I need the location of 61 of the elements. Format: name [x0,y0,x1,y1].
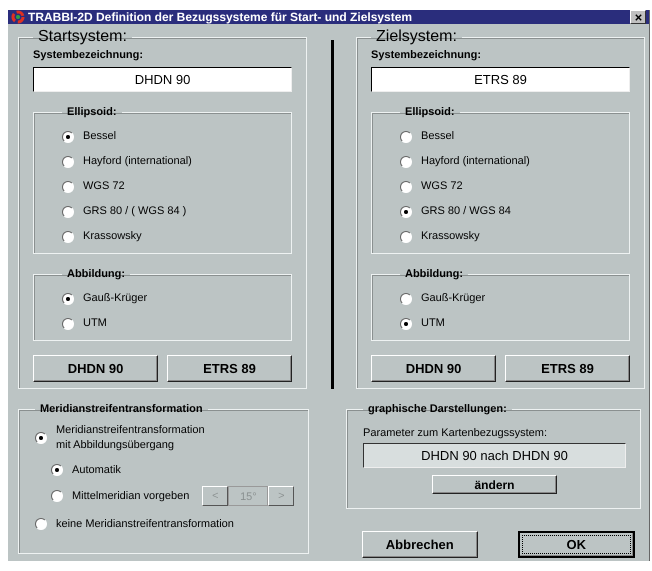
cancel-button[interactable]: Abbrechen [362,531,478,558]
radio-label[interactable]: Automatik [72,462,121,478]
radio-button[interactable] [62,130,74,142]
close-icon [634,12,642,22]
radio-label[interactable]: Meridianstreifentransformation mit Abbildungsübergang [56,423,205,453]
radio-label[interactable]: WGS 72 [421,179,463,194]
radio-label[interactable]: Mittelmeridian vorgeben [72,488,190,504]
group-title: Zielsystem: [375,28,458,46]
change-button[interactable]: ändern [432,475,557,494]
parameter-label: Parameter zum Kartenbezugssystem: [363,427,548,439]
radio-label[interactable]: Bessel [83,129,116,144]
group-title: Ellipsoid: [404,106,456,118]
name-field[interactable]: ETRS 89 [371,67,630,92]
radio-label[interactable]: Gauß-Krüger [83,291,148,306]
radio-label[interactable]: Hayford (international) [83,154,192,169]
radio-label[interactable]: Gauß-Krüger [421,291,486,306]
preset-button[interactable]: DHDN 90 [371,355,496,382]
field-label: Systembezeichnung: [33,49,144,61]
radio-button[interactable] [62,156,74,168]
app-icon [11,10,25,24]
radio-button[interactable] [62,318,74,330]
ok-button[interactable]: OK [518,531,635,558]
group-title: graphische Darstellungen: [367,403,508,415]
radio-button[interactable] [400,292,412,304]
radio-button[interactable] [62,180,74,192]
radio-label[interactable]: Krassowsky [83,229,142,244]
preset-button[interactable]: DHDN 90 [33,355,158,382]
radio-label[interactable]: UTM [83,316,107,331]
radio-button[interactable] [400,318,412,330]
radio-label[interactable]: keine Meridianstreifentransformation [56,516,234,532]
group-title: Startsystem: [37,28,128,46]
radio-label[interactable]: GRS 80 / WGS 84 [421,204,511,219]
preset-button[interactable]: ETRS 89 [505,355,630,382]
field-label: Systembezeichnung: [371,49,482,61]
close-button[interactable] [630,10,646,24]
preset-button[interactable]: ETRS 89 [167,355,292,382]
window-title: TRABBI-2D Definition der Bezugssysteme für Start- und Zielsystem [28,10,414,24]
radio-button[interactable] [400,180,412,192]
radio-label[interactable]: WGS 72 [83,179,125,194]
group-title: Meridianstreifentransformation [39,403,204,415]
radio-button[interactable] [62,292,74,304]
radio-label[interactable]: Hayford (international) [421,154,530,169]
radio-button[interactable] [400,206,412,218]
group-title: Abbildung: [404,268,464,280]
radio-button[interactable] [35,518,47,530]
radio-button[interactable] [51,464,63,476]
name-field[interactable]: DHDN 90 [33,67,292,92]
parameter-field: DHDN 90 nach DHDN 90 [363,443,626,468]
radio-button[interactable] [62,206,74,218]
radio-button[interactable] [51,490,63,502]
radio-button[interactable] [400,130,412,142]
group-title: Abbildung: [66,268,126,280]
radio-label[interactable]: GRS 80 / ( WGS 84 ) [83,204,186,219]
group-title: Ellipsoid: [66,106,118,118]
radio-label[interactable]: Bessel [421,129,454,144]
radio-button[interactable] [62,230,74,242]
radio-button[interactable] [400,230,412,242]
radio-button[interactable] [35,432,47,444]
radio-label[interactable]: UTM [421,316,445,331]
radio-label[interactable]: Krassowsky [421,229,480,244]
radio-button[interactable] [400,156,412,168]
